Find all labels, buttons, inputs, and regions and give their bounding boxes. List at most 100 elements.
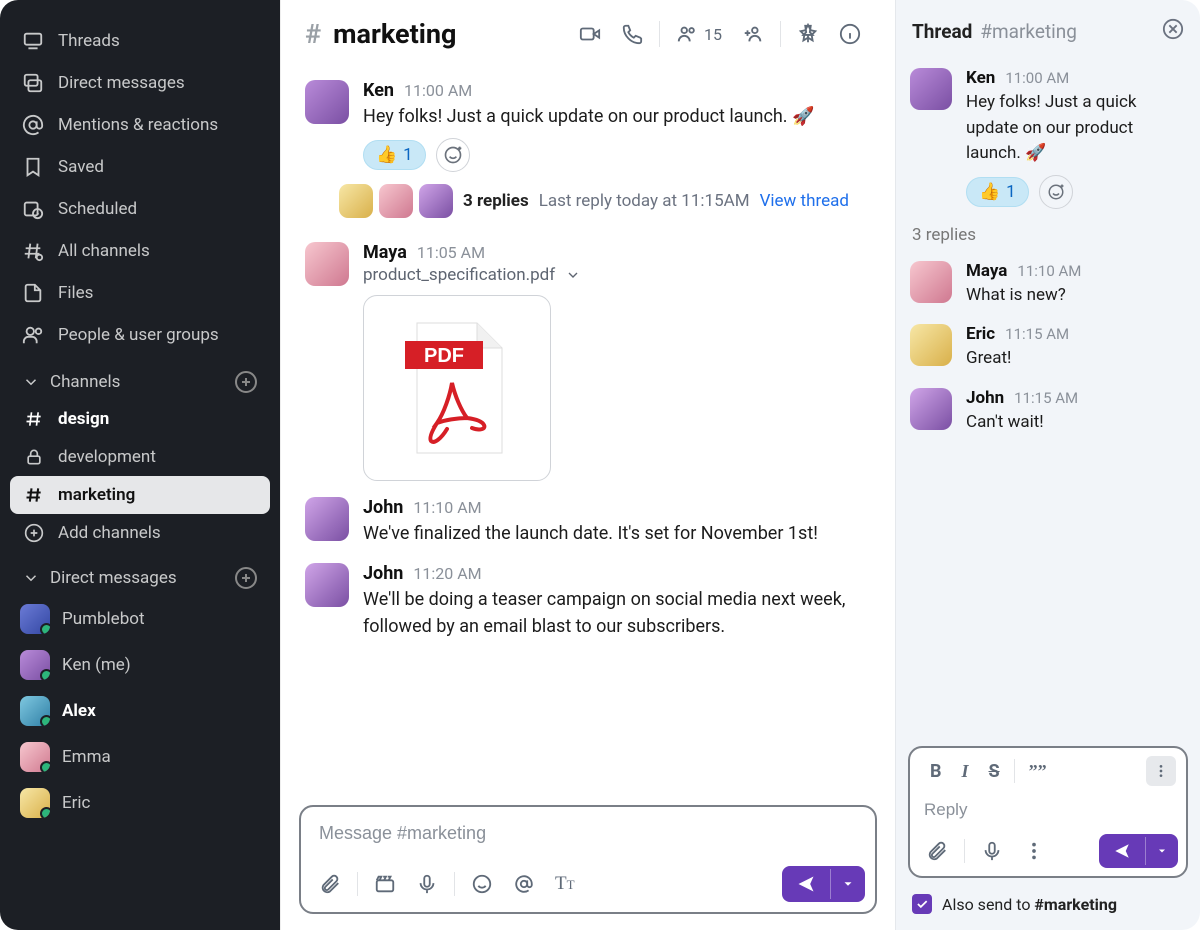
message-author[interactable]: Maya (363, 242, 407, 263)
nav-files[interactable]: Files (10, 272, 270, 314)
pin-button[interactable] (787, 19, 829, 49)
italic-button[interactable]: I (952, 757, 979, 786)
voice-call-button[interactable] (611, 19, 653, 49)
reaction-count: 1 (1006, 182, 1016, 202)
avatar[interactable] (910, 324, 952, 366)
message-text: Can't wait! (966, 410, 1186, 436)
more-format-button[interactable] (1146, 756, 1176, 786)
avatar[interactable] (305, 242, 349, 286)
dm-alex[interactable]: Alex (10, 688, 270, 734)
dm-label: Pumblebot (62, 609, 145, 629)
mention-button[interactable] (505, 869, 543, 899)
more-button[interactable] (1015, 836, 1053, 866)
send-button[interactable] (782, 866, 865, 902)
message: John11:20 AM We'll be doing a teaser cam… (305, 553, 871, 646)
channel-marketing[interactable]: marketing (10, 476, 270, 514)
video-call-button[interactable] (569, 19, 611, 49)
also-send-row[interactable]: Also send to #marketing (896, 886, 1200, 930)
emoji-icon (471, 873, 493, 895)
files-icon (22, 282, 44, 304)
chevron-down-icon[interactable] (565, 267, 581, 283)
nav-dms[interactable]: Direct messages (10, 62, 270, 104)
dm-label: Eric (62, 793, 90, 813)
avatar[interactable] (910, 68, 952, 110)
bold-button[interactable]: B (920, 757, 952, 786)
channel-development[interactable]: development (10, 438, 270, 476)
reaction-chip[interactable]: 👍1 (363, 140, 426, 170)
send-options-button[interactable] (830, 869, 865, 899)
avatar[interactable] (305, 80, 349, 124)
view-thread-link[interactable]: View thread (760, 191, 849, 211)
mention-icon (22, 114, 44, 136)
add-channel-icon[interactable] (234, 370, 258, 394)
also-send-checkbox[interactable] (912, 894, 932, 914)
nav-scheduled[interactable]: Scheduled (10, 188, 270, 230)
thread-reply: Maya11:10 AM What is new? (910, 251, 1186, 315)
thread-messages[interactable]: Ken11:00 AM Hey folks! Just a quick upda… (896, 54, 1200, 740)
thread-header: Thread #marketing (896, 0, 1200, 54)
message-input[interactable] (301, 807, 875, 860)
channel-title[interactable]: # marketing (305, 18, 456, 50)
send-icon (796, 874, 816, 894)
nav-mentions[interactable]: Mentions & reactions (10, 104, 270, 146)
record-audio-button[interactable] (973, 836, 1011, 866)
record-video-button[interactable] (366, 869, 404, 899)
thread-send-button[interactable] (1099, 834, 1178, 868)
add-channels[interactable]: Add channels (10, 514, 270, 552)
file-preview[interactable]: PDF (363, 295, 551, 481)
message-author[interactable]: John (363, 497, 403, 518)
message-author[interactable]: Ken (966, 68, 995, 88)
message-author[interactable]: Maya (966, 261, 1007, 281)
close-thread-button[interactable] (1162, 18, 1184, 44)
avatar[interactable] (305, 497, 349, 541)
add-dm-icon[interactable] (234, 566, 258, 590)
send-icon (1113, 842, 1131, 860)
dm-eric[interactable]: Eric (10, 780, 270, 826)
message-author[interactable]: Eric (966, 324, 995, 344)
add-member-button[interactable] (732, 19, 774, 49)
avatar[interactable] (910, 261, 952, 303)
chevron-down-icon (841, 877, 855, 891)
message-time: 11:10 AM (413, 498, 481, 517)
channel-label: design (58, 409, 109, 429)
bookmark-icon (22, 156, 44, 178)
message-author[interactable]: John (966, 388, 1004, 408)
dm-section-header[interactable]: Direct messages (10, 552, 270, 596)
nav-people[interactable]: People & user groups (10, 314, 270, 356)
message: Maya11:05 AM product_specification.pdf P… (305, 232, 871, 487)
message-author[interactable]: Ken (363, 80, 394, 101)
info-button[interactable] (829, 19, 871, 49)
dm-ken[interactable]: Ken (me) (10, 642, 270, 688)
threads-icon (22, 30, 44, 52)
send-options-button[interactable] (1145, 837, 1178, 865)
attach-button[interactable] (311, 869, 349, 899)
record-audio-button[interactable] (408, 869, 446, 899)
attach-button[interactable] (918, 836, 956, 866)
thread-reply: Eric11:15 AM Great! (910, 314, 1186, 378)
thread-reply-input[interactable] (910, 790, 1186, 830)
format-button[interactable]: TT (547, 869, 583, 899)
message-text: Hey folks! Just a quick update on our pr… (363, 103, 871, 130)
emoji-button[interactable] (463, 869, 501, 899)
message-list[interactable]: Ken11:00 AM Hey folks! Just a quick upda… (281, 64, 895, 797)
message-author[interactable]: John (363, 563, 403, 584)
avatar[interactable] (305, 563, 349, 607)
channels-section-header[interactable]: Channels (10, 356, 270, 400)
strike-button[interactable]: S (979, 757, 1010, 786)
members-button[interactable]: 15 (666, 19, 732, 49)
add-reaction-button[interactable] (1039, 175, 1073, 209)
nav-all-channels[interactable]: All channels (10, 230, 270, 272)
avatar (379, 184, 413, 218)
hash-icon (24, 485, 44, 505)
file-attachment-header[interactable]: product_specification.pdf (363, 265, 871, 285)
quote-button[interactable]: ”” (1019, 757, 1057, 786)
dm-pumblebot[interactable]: Pumblebot (10, 596, 270, 642)
dm-emma[interactable]: Emma (10, 734, 270, 780)
thread-summary[interactable]: 3 replies Last reply today at 11:15AM Vi… (305, 178, 871, 232)
channel-design[interactable]: design (10, 400, 270, 438)
nav-saved[interactable]: Saved (10, 146, 270, 188)
avatar[interactable] (910, 388, 952, 430)
reaction-chip[interactable]: 👍1 (966, 177, 1029, 207)
nav-threads[interactable]: Threads (10, 20, 270, 62)
add-reaction-button[interactable] (436, 138, 470, 172)
